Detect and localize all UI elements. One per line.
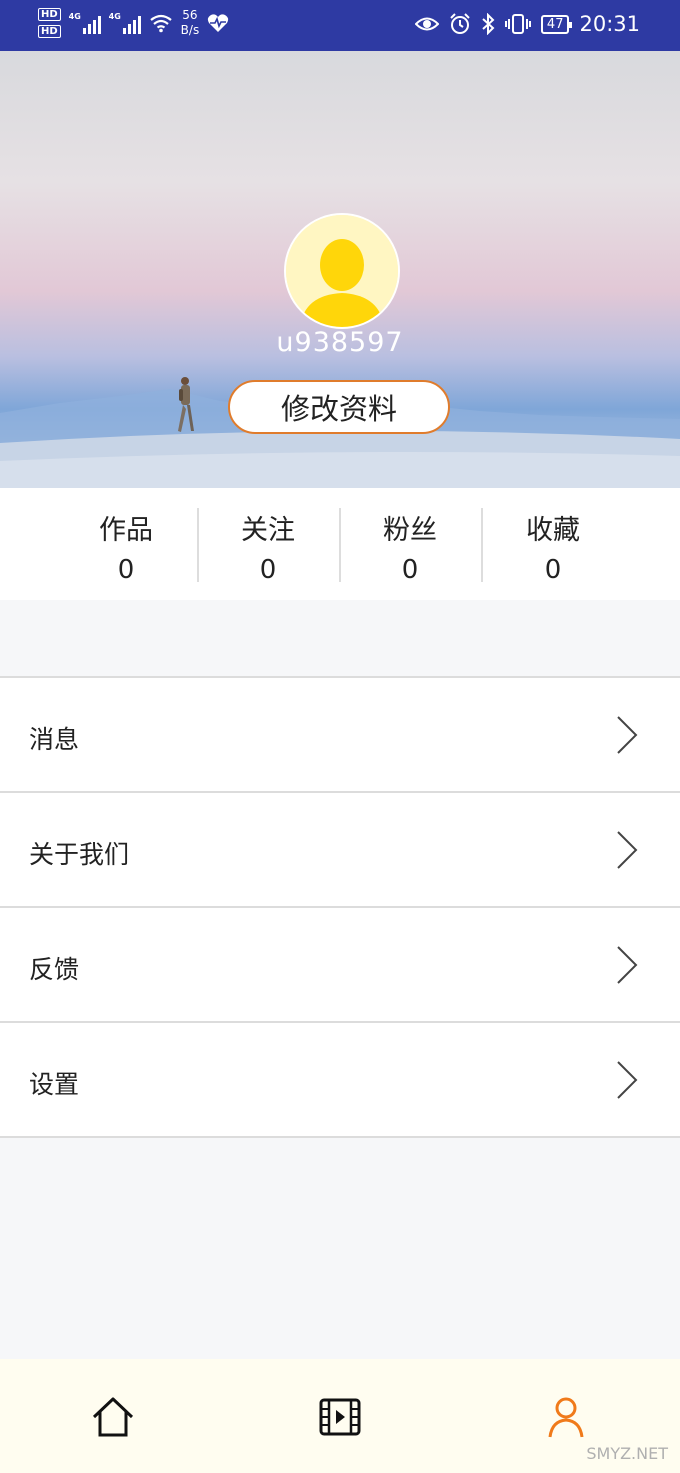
menu-item-feedback[interactable]: 反馈: [0, 908, 680, 1023]
hd-label: HD: [38, 25, 61, 38]
bottom-navigation: SMYZ.NET: [0, 1359, 680, 1473]
username: u938597: [276, 327, 404, 358]
stats-bar: 作品 0 关注 0 粉丝 0 收藏 0: [0, 488, 680, 600]
stat-fans[interactable]: 粉丝 0: [339, 508, 481, 585]
network-speed: 56 B/s: [181, 8, 200, 38]
menu-item-label: 消息: [29, 725, 80, 754]
profile-icon[interactable]: [544, 1395, 588, 1439]
speed-value: 56: [182, 8, 198, 22]
stat-following[interactable]: 关注 0: [197, 508, 339, 585]
hd-icon: HD HD: [38, 8, 61, 38]
status-bar: HD HD 4G 4G 56 B/s 47 20:31: [0, 0, 680, 51]
settings-menu: 消息 关于我们 反馈 设置: [0, 676, 680, 1138]
battery-icon: 47: [540, 14, 572, 34]
stat-label: 收藏: [526, 515, 580, 546]
stat-favorites[interactable]: 收藏 0: [482, 508, 624, 585]
signal-icon: 4G: [69, 12, 101, 34]
avatar[interactable]: [284, 213, 400, 329]
wifi-icon: [149, 14, 172, 33]
stat-value: 0: [117, 555, 135, 585]
vibrate-icon: [504, 14, 531, 34]
hd-label: HD: [38, 8, 61, 21]
bluetooth-icon: [482, 13, 495, 35]
speed-unit: B/s: [180, 23, 200, 37]
stat-value: 0: [544, 555, 562, 585]
stat-works[interactable]: 作品 0: [55, 508, 197, 585]
video-icon[interactable]: [318, 1395, 362, 1439]
user-avatar-icon: [286, 215, 398, 327]
clock: 20:31: [579, 12, 640, 36]
chevron-right-icon: [617, 831, 638, 869]
menu-item-label: 设置: [29, 1070, 80, 1099]
profile-header: u938597 修改资料: [0, 51, 680, 488]
walking-person-figure: [178, 377, 194, 432]
menu-item-settings[interactable]: 设置: [0, 1023, 680, 1138]
eye-icon: [414, 17, 439, 31]
stat-label: 作品: [99, 515, 153, 546]
chevron-right-icon: [617, 946, 638, 984]
alarm-icon: [450, 13, 470, 34]
menu-item-messages[interactable]: 消息: [0, 678, 680, 793]
chevron-right-icon: [617, 716, 638, 754]
watermark: SMYZ.NET: [586, 1444, 668, 1463]
menu-item-label: 关于我们: [29, 840, 130, 869]
stat-label: 关注: [241, 515, 295, 546]
edit-profile-button[interactable]: 修改资料: [228, 380, 450, 434]
chevron-right-icon: [617, 1061, 638, 1099]
battery-level: 47: [546, 16, 564, 32]
menu-item-label: 反馈: [29, 955, 80, 984]
stat-value: 0: [259, 555, 277, 585]
stat-value: 0: [401, 555, 419, 585]
network-type-label: 4G: [108, 12, 121, 21]
stat-label: 粉丝: [383, 515, 437, 546]
heart-rate-icon: [208, 14, 229, 33]
signal-icon: 4G: [109, 12, 141, 34]
home-icon[interactable]: [91, 1395, 135, 1439]
menu-item-about[interactable]: 关于我们: [0, 793, 680, 908]
network-type-label: 4G: [68, 12, 81, 21]
